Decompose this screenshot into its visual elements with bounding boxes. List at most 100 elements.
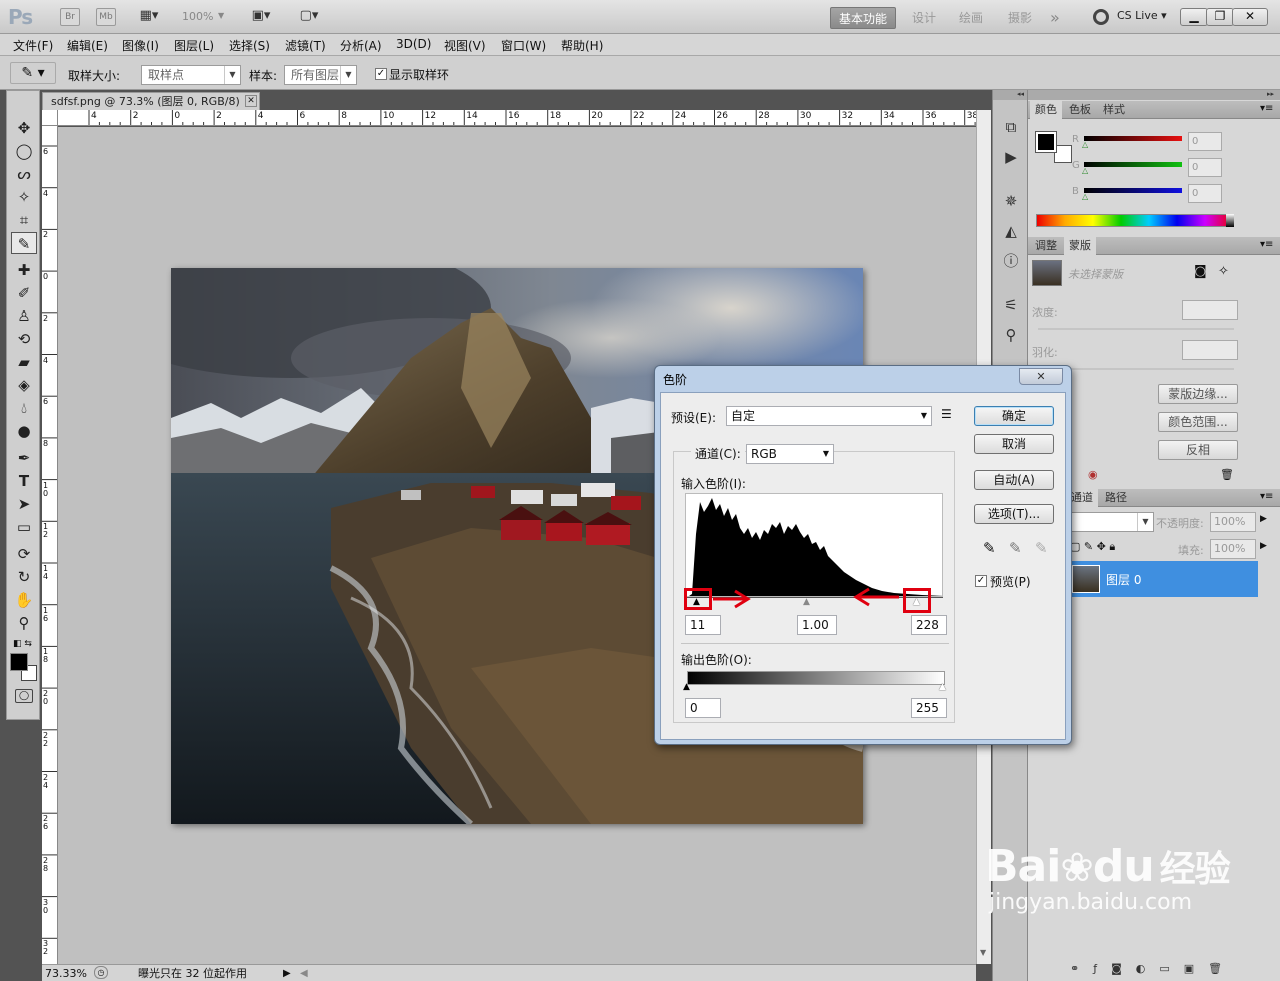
chevron-down-icon[interactable]: ▼	[218, 11, 224, 20]
clone-source-panel-icon[interactable]: ⚲	[999, 324, 1023, 346]
cs-live-menu[interactable]: CS Live ▾	[1117, 9, 1167, 22]
feather-field[interactable]	[1182, 340, 1238, 360]
tab-masks[interactable]: 蒙版	[1064, 237, 1096, 255]
more-workspaces-icon[interactable]: »	[1042, 7, 1068, 29]
blend-mode-select[interactable]: ▼	[1070, 512, 1154, 532]
tab-styles[interactable]: 样式	[1098, 101, 1130, 119]
type-tool-icon[interactable]: T	[11, 470, 37, 492]
3d-orbit-tool-icon[interactable]: ↻	[11, 566, 37, 588]
density-field[interactable]	[1182, 300, 1238, 320]
arrange-documents-icon[interactable]: ▣▾	[244, 8, 278, 26]
slider-thumb-icon[interactable]: △	[1082, 166, 1088, 175]
output-white-slider[interactable]: ▲	[939, 682, 946, 692]
input-gamma-slider[interactable]: ▲	[803, 597, 810, 607]
menu-edit[interactable]: 编辑(E)	[67, 37, 108, 54]
status-icon[interactable]: ◷	[94, 966, 108, 979]
black-eyedropper-icon[interactable]: ✎	[983, 539, 996, 557]
path-selection-tool-icon[interactable]: ➤	[11, 493, 37, 515]
input-black-field[interactable]: 11	[685, 615, 721, 635]
black-white-ramp[interactable]	[1226, 214, 1234, 227]
brush-presets-panel-icon[interactable]: ⚟	[999, 294, 1023, 316]
navigator-panel-icon[interactable]: ✵	[999, 190, 1023, 212]
auto-button[interactable]: 自动(A)	[974, 470, 1054, 490]
status-menu-arrow-icon[interactable]: ▶	[283, 966, 291, 981]
channel-slider[interactable]	[1084, 188, 1182, 193]
show-sampling-ring-checkbox[interactable]: ✓	[375, 68, 387, 80]
scroll-left-icon[interactable]: ◀	[300, 966, 308, 981]
preset-options-icon[interactable]: ☰	[941, 407, 952, 421]
zoom-level[interactable]: 100%	[182, 10, 213, 23]
cancel-button[interactable]: 取消	[974, 434, 1054, 454]
invert-button[interactable]: 反相	[1158, 440, 1238, 460]
workspace-painting[interactable]: 绘画	[951, 7, 991, 29]
screen-mode-icon[interactable]: ▢▾	[292, 8, 326, 26]
channel-value[interactable]: 0	[1188, 158, 1222, 177]
options-button[interactable]: 选项(T)...	[974, 504, 1054, 524]
healing-brush-tool-icon[interactable]: ✚	[11, 259, 37, 281]
fill-arrow-icon[interactable]: ▶	[1260, 541, 1267, 551]
input-white-field[interactable]: 228	[911, 615, 947, 635]
color-bg-swatch[interactable]	[1054, 145, 1072, 163]
layer-name[interactable]: 图层 0	[1106, 571, 1141, 588]
zoom-tool-icon[interactable]: ⚲	[11, 612, 37, 634]
color-fg-swatch[interactable]	[1035, 131, 1057, 153]
layer-row[interactable]: 图层 0	[1068, 561, 1258, 597]
histogram-panel-icon[interactable]: ◭	[999, 220, 1023, 242]
output-black-slider[interactable]: ▲	[683, 682, 690, 692]
pixel-mask-icon[interactable]: ◙	[1194, 264, 1207, 279]
color-range-button[interactable]: 颜色范围...	[1158, 412, 1238, 432]
menu-help[interactable]: 帮助(H)	[561, 37, 603, 54]
close-window-button[interactable]: ✕	[1232, 8, 1268, 26]
preset-select[interactable]: 自定 ▼	[726, 406, 932, 426]
scroll-down-icon[interactable]: ▼	[980, 948, 986, 957]
minimize-button[interactable]: ▁	[1180, 8, 1208, 26]
vector-mask-icon[interactable]: ✧	[1218, 264, 1229, 279]
panel-menu-icon[interactable]: ▾≡	[1260, 239, 1273, 250]
mask-edge-button[interactable]: 蒙版边缘...	[1158, 384, 1238, 404]
output-black-field[interactable]: 0	[685, 698, 721, 718]
menu-window[interactable]: 窗口(W)	[501, 37, 546, 54]
ok-button[interactable]: 确定	[974, 406, 1054, 426]
menu-file[interactable]: 文件(F)	[13, 37, 53, 54]
output-white-field[interactable]: 255	[911, 698, 947, 718]
3d-rotate-tool-icon[interactable]: ⟳	[11, 543, 37, 565]
channel-slider[interactable]	[1084, 162, 1182, 167]
foreground-color-swatch[interactable]	[10, 653, 28, 671]
white-eyedropper-icon[interactable]: ✎	[1035, 539, 1048, 557]
channel-select[interactable]: RGB ▼	[746, 444, 834, 464]
brush-tool-icon[interactable]: ✐	[11, 282, 37, 304]
collapse-icons-icon[interactable]: ◂◂	[993, 90, 1027, 100]
eraser-tool-icon[interactable]: ▰	[11, 351, 37, 373]
sample-size-select[interactable]: 取样点 ▼	[141, 65, 241, 85]
workspace-photography[interactable]: 摄影	[1000, 7, 1040, 29]
menu-3d[interactable]: 3D(D)	[396, 37, 431, 51]
blur-tool-icon[interactable]: 💧︎	[11, 397, 37, 419]
lasso-tool-icon[interactable]: ᔕ	[11, 163, 37, 185]
rectangle-tool-icon[interactable]: ▭	[11, 516, 37, 538]
mask-view-icon[interactable]: ◉	[1088, 468, 1098, 481]
history-panel-icon[interactable]: ⧉	[999, 116, 1023, 138]
paint-bucket-tool-icon[interactable]: ◈	[11, 374, 37, 396]
slider-thumb-icon[interactable]: △	[1082, 192, 1088, 201]
info-panel-icon[interactable]: ⓘ	[999, 250, 1023, 272]
quick-selection-tool-icon[interactable]: ✧	[11, 186, 37, 208]
move-tool-icon[interactable]: ✥	[11, 117, 37, 139]
actions-panel-icon[interactable]: ▶	[999, 146, 1023, 168]
delete-mask-icon[interactable]: 🗑︎	[1220, 468, 1234, 481]
menu-image[interactable]: 图像(I)	[122, 37, 159, 54]
channel-slider[interactable]	[1084, 136, 1182, 141]
document-tab[interactable]: sdfsf.png @ 73.3% (图层 0, RGB/8) ✕	[42, 92, 260, 110]
channel-value[interactable]: 0	[1188, 132, 1222, 151]
color-spectrum[interactable]	[1036, 214, 1234, 227]
view-extras-icon[interactable]: ▦▾	[132, 8, 166, 26]
status-zoom[interactable]: 73.33%	[45, 966, 87, 981]
tab-swatches[interactable]: 色板	[1064, 101, 1096, 119]
menu-layer[interactable]: 图层(L)	[174, 37, 214, 54]
tool-preset-picker-eyedropper-icon[interactable]: ✎ ▾	[10, 62, 56, 84]
workspace-design[interactable]: 设计	[904, 7, 944, 29]
density-slider[interactable]	[1038, 328, 1234, 330]
tab-color[interactable]: 颜色	[1030, 101, 1062, 119]
panel-menu-icon[interactable]: ▾≡	[1260, 491, 1273, 502]
channel-value[interactable]: 0	[1188, 184, 1222, 203]
close-document-icon[interactable]: ✕	[245, 95, 257, 107]
